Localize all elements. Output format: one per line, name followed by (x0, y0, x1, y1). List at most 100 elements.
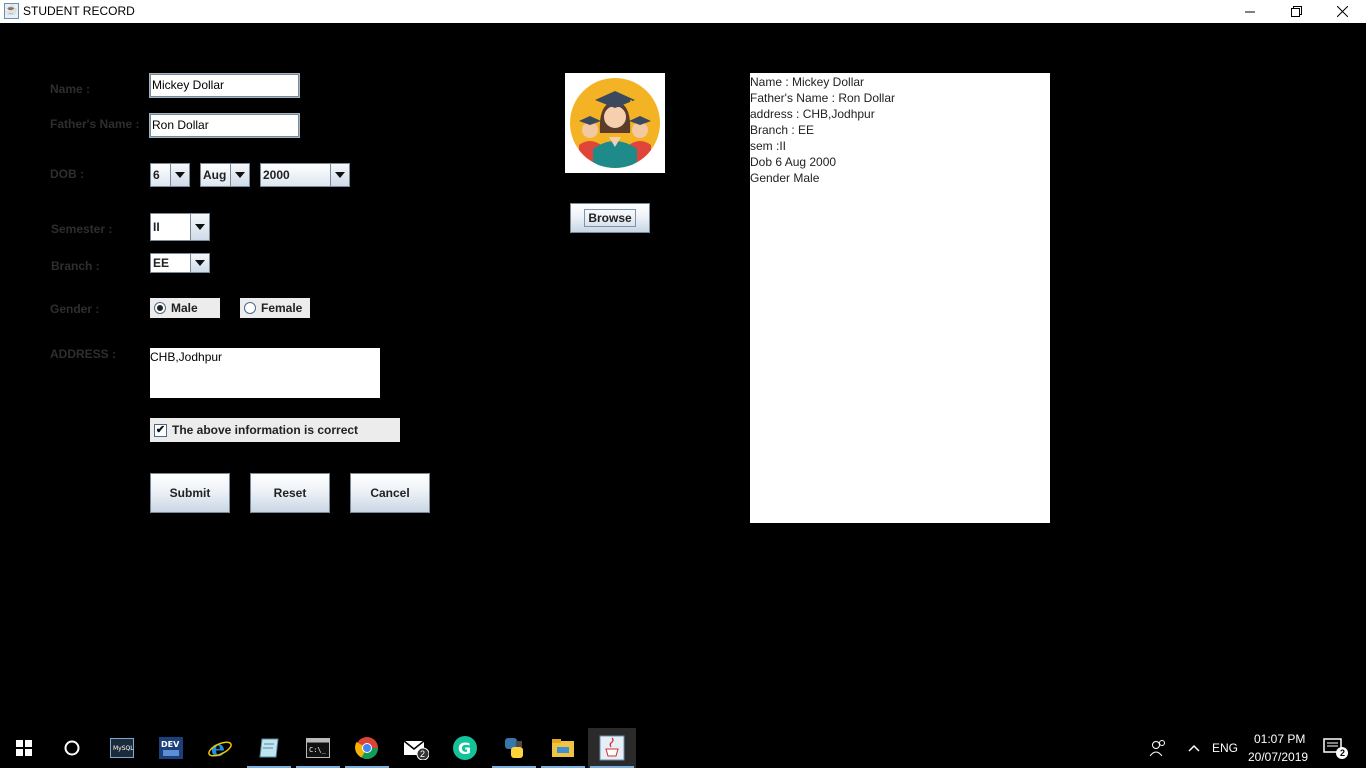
java-cup-icon[interactable]: ☕ (4, 3, 19, 19)
taskbar-mail[interactable]: 2 (392, 728, 440, 768)
output-line: Dob 6 Aug 2000 (750, 155, 837, 169)
chevron-down-icon[interactable] (190, 214, 209, 240)
chrome-icon (355, 737, 378, 759)
notification-badge: 2 (1340, 748, 1346, 758)
svg-text:DEV: DEV (161, 740, 180, 749)
close-button[interactable] (1319, 0, 1365, 23)
taskbar-file-explorer[interactable] (539, 728, 587, 768)
dob-label: DOB : (50, 167, 84, 181)
start-button[interactable] (0, 728, 48, 768)
dob-day-value: 6 (151, 164, 170, 186)
name-label: Name : (50, 82, 91, 96)
semester-value: II (151, 214, 190, 240)
taskbar-devcpp[interactable]: DEV (147, 728, 195, 768)
browse-button[interactable]: Browse (570, 203, 650, 233)
tray-expand-button[interactable] (1180, 728, 1208, 768)
taskbar-java[interactable] (588, 728, 636, 768)
student-photo (565, 73, 665, 173)
people-button[interactable] (1136, 728, 1180, 768)
branch-select[interactable]: EE (150, 253, 210, 273)
notepad-icon (259, 738, 279, 758)
taskbar-chrome[interactable] (343, 728, 391, 768)
output-line: Father's Name : Ron Dollar (750, 91, 896, 105)
chevron-up-icon (1188, 744, 1200, 752)
confirm-checkbox[interactable]: ✔ The above information is correct (150, 418, 400, 442)
cancel-button[interactable]: Cancel (350, 473, 430, 513)
branch-value: EE (151, 254, 190, 272)
submit-label: Submit (169, 486, 211, 500)
windows-start-icon (16, 740, 32, 756)
output-panel: Name : Mickey Dollar Father's Name : Ron… (750, 73, 1050, 523)
restore-button[interactable] (1273, 0, 1319, 23)
dob-day-select[interactable]: 6 (150, 163, 190, 187)
address-textarea[interactable]: CHB,Jodhpur (150, 348, 380, 398)
chevron-down-icon[interactable] (330, 164, 349, 186)
cortana-icon (64, 740, 80, 756)
browse-label: Browse (584, 209, 636, 227)
clock-time[interactable]: 01:07 PM (1254, 732, 1305, 746)
close-icon (1336, 6, 1348, 17)
svg-text:C:\_: C:\_ (309, 746, 327, 754)
cortana-button[interactable] (48, 728, 96, 768)
reset-button[interactable]: Reset (250, 473, 330, 513)
father-name-label: Father's Name : (50, 117, 140, 131)
minimize-button[interactable] (1227, 0, 1273, 23)
people-icon (1149, 740, 1165, 757)
chevron-down-icon[interactable] (170, 164, 189, 186)
submit-button[interactable]: Submit (150, 473, 230, 513)
semester-select[interactable]: II (150, 213, 210, 241)
checkmark-icon: ✔ (154, 423, 167, 437)
action-center-button[interactable]: 2 (1316, 728, 1356, 768)
dob-month-select[interactable]: Aug (200, 163, 250, 187)
dev-cpp-icon: DEV (159, 737, 183, 759)
reset-label: Reset (273, 486, 307, 500)
gender-female-radio[interactable]: Female (240, 298, 310, 318)
taskbar-cmd[interactable]: C:\_ (294, 728, 342, 768)
internet-explorer-icon: e (208, 736, 232, 760)
output-line: Name : Mickey Dollar (750, 75, 865, 89)
cmd-icon: C:\_ (306, 738, 330, 758)
window-title: STUDENT RECORD (23, 4, 135, 18)
chevron-down-icon[interactable] (230, 164, 249, 186)
svg-text:G: G (458, 739, 471, 758)
branch-label: Branch : (51, 259, 100, 273)
gender-female-label: Female (261, 301, 303, 315)
chevron-down-icon[interactable] (190, 254, 209, 272)
output-line: Branch : EE (750, 123, 815, 137)
python-icon (505, 738, 523, 758)
taskbar: MySQL DEV e C:\_ 2 G ENG 01:07 PM 20/07/… (0, 728, 1366, 768)
taskbar-python[interactable] (490, 728, 538, 768)
confirm-label: The above information is correct (172, 423, 359, 437)
taskbar-grammarly[interactable]: G (441, 728, 489, 768)
restore-icon (1290, 6, 1302, 17)
semester-label: Semester : (51, 222, 113, 236)
father-name-field[interactable]: Ron Dollar (150, 114, 299, 137)
mail-icon (403, 740, 429, 760)
mysql-icon: MySQL (110, 738, 134, 758)
output-line: sem :II (750, 139, 787, 153)
clock-date[interactable]: 20/07/2019 (1248, 750, 1308, 764)
gender-label: Gender : (50, 302, 100, 316)
taskbar-mysql[interactable]: MySQL (98, 728, 146, 768)
file-explorer-icon (552, 739, 574, 757)
cancel-label: Cancel (370, 486, 410, 500)
address-label: ADDRESS : (50, 347, 117, 361)
dob-year-select[interactable]: 2000 (260, 163, 350, 187)
grammarly-icon: G (453, 736, 477, 760)
radio-selected-icon (154, 302, 166, 314)
output-line: Gender Male (750, 171, 820, 185)
notification-icon (1323, 738, 1348, 759)
dob-year-value: 2000 (261, 164, 330, 186)
gender-male-radio[interactable]: Male (150, 298, 220, 318)
gender-male-label: Male (171, 301, 198, 315)
graduate-avatar-icon (570, 78, 660, 168)
student-record-window: ☕ STUDENT RECORD Name : Father's Name : … (0, 0, 1366, 768)
mail-badge: 2 (420, 749, 426, 759)
radio-unselected-icon (244, 302, 256, 314)
name-field[interactable]: Mickey Dollar (150, 74, 299, 97)
taskbar-notepad[interactable] (245, 728, 293, 768)
taskbar-ie[interactable]: e (196, 728, 244, 768)
output-line: address : CHB,Jodhpur (750, 107, 875, 121)
language-indicator[interactable]: ENG (1212, 741, 1238, 755)
svg-text:MySQL: MySQL (113, 745, 134, 752)
